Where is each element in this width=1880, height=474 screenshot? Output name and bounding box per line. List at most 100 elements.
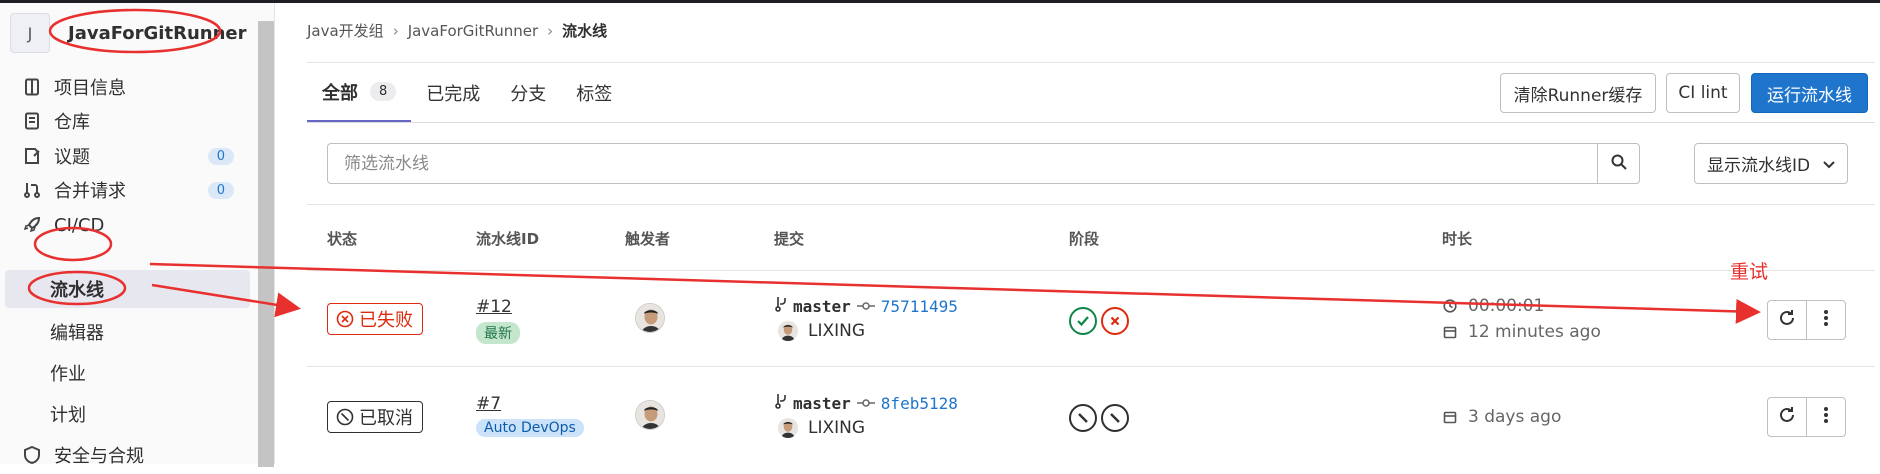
repository-icon: [18, 112, 46, 130]
run-pipeline-button[interactable]: 运行流水线: [1751, 73, 1868, 113]
commit-author: LIXING: [775, 321, 865, 341]
commit-ref: master 8feb5128: [775, 393, 958, 413]
latest-badge: 最新: [476, 322, 520, 344]
project-icon: [18, 78, 46, 96]
sidebar-item-label: 仓库: [54, 112, 90, 133]
branch-icon: [775, 296, 787, 316]
sidebar-scrollbar[interactable]: [258, 21, 274, 467]
issues-count-badge: 0: [207, 147, 234, 165]
stage-success-icon[interactable]: [1069, 307, 1097, 335]
breadcrumb-project[interactable]: JavaForGitRunner: [408, 22, 538, 40]
divider: [307, 270, 1875, 271]
pipeline-id-link[interactable]: #7: [476, 394, 501, 414]
branch-name[interactable]: master: [793, 297, 851, 316]
sidebar-item-label: 作业: [50, 364, 86, 385]
issues-icon: [18, 147, 46, 165]
branch-name[interactable]: master: [793, 394, 851, 413]
more-actions-button[interactable]: [1806, 300, 1846, 340]
project-header[interactable]: J JavaForGitRunner: [10, 13, 246, 53]
chevron-right-icon: ›: [547, 21, 554, 40]
sidebar-item-schedules[interactable]: 计划: [0, 395, 250, 433]
stage-canceled-icon[interactable]: [1069, 404, 1097, 432]
clock-icon: [1442, 299, 1458, 313]
avatar[interactable]: [635, 303, 665, 333]
retry-button[interactable]: [1767, 300, 1807, 340]
breadcrumb-group[interactable]: Java开发组: [307, 20, 384, 41]
calendar-icon: [1442, 410, 1458, 424]
sidebar-item-pipelines[interactable]: 流水线: [5, 270, 250, 308]
sidebar-item-editor[interactable]: 编辑器: [0, 313, 250, 351]
sidebar-item-issues[interactable]: 议题 0: [0, 137, 250, 175]
sidebar-item-jobs[interactable]: 作业: [0, 354, 250, 392]
pipeline-id-link[interactable]: #12: [476, 297, 512, 317]
rocket-icon: [18, 216, 46, 234]
pipeline-stages: [1069, 404, 1133, 432]
sidebar-item-label: 计划: [50, 405, 86, 426]
commit-sha[interactable]: 8feb5128: [881, 394, 958, 413]
commit-icon: [856, 398, 875, 408]
status-badge[interactable]: 已失败: [327, 303, 423, 335]
sidebar-item-security[interactable]: 安全与合规: [0, 436, 250, 474]
breadcrumb: Java开发组 › JavaForGitRunner › 流水线: [307, 20, 607, 41]
search-icon: [1611, 154, 1627, 174]
divider: [307, 204, 1875, 205]
pipeline-stages: [1069, 307, 1133, 335]
sidebar-item-label: 项目信息: [54, 78, 126, 99]
status-badge[interactable]: 已取消: [327, 401, 423, 433]
search-button[interactable]: [1597, 144, 1639, 183]
show-pipeline-id-dropdown[interactable]: 显示流水线ID: [1694, 143, 1848, 184]
ci-lint-button[interactable]: CI lint: [1666, 73, 1740, 113]
retry-button[interactable]: [1767, 397, 1807, 437]
author-name[interactable]: LIXING: [808, 418, 865, 438]
avatar[interactable]: [635, 400, 665, 430]
avatar[interactable]: [778, 418, 798, 438]
commit-sha[interactable]: 75711495: [881, 297, 958, 316]
more-actions-button[interactable]: [1806, 397, 1846, 437]
sidebar-item-cicd[interactable]: CI/CD: [0, 206, 250, 244]
tab-label: 已完成: [426, 84, 481, 105]
sidebar-item-label: 编辑器: [50, 323, 104, 344]
tab-branches[interactable]: 分支: [495, 63, 561, 123]
stage-failed-icon[interactable]: [1101, 307, 1129, 335]
column-header-triggerer: 触发者: [625, 230, 671, 248]
tab-finished[interactable]: 已完成: [411, 63, 495, 123]
calendar-icon: [1442, 325, 1458, 339]
status-canceled-icon: [336, 408, 354, 426]
tab-label: 标签: [576, 84, 613, 105]
finished-at: 12 minutes ago: [1442, 322, 1601, 342]
chevron-right-icon: ›: [392, 21, 399, 40]
retry-icon: [1777, 405, 1797, 429]
divider: [307, 122, 1875, 123]
sidebar-item-label: 安全与合规: [54, 446, 144, 467]
status-label: 已取消: [359, 408, 413, 429]
commit-icon: [856, 301, 875, 311]
author-name[interactable]: LIXING: [808, 321, 865, 341]
retry-icon: [1777, 308, 1797, 332]
top-bar: [0, 0, 1880, 3]
column-header-status: 状态: [327, 230, 358, 248]
column-header-pipeline-id: 流水线ID: [476, 230, 540, 248]
tab-all[interactable]: 全部 8: [307, 63, 412, 123]
filter-input[interactable]: [328, 144, 1597, 183]
merge-requests-count-badge: 0: [207, 181, 234, 199]
sidebar-item-label: 议题: [54, 147, 90, 168]
breadcrumb-current[interactable]: 流水线: [562, 20, 607, 41]
avatar[interactable]: [778, 321, 798, 341]
stage-canceled-icon[interactable]: [1101, 404, 1129, 432]
finished-value: 3 days ago: [1468, 407, 1562, 427]
finished-value: 12 minutes ago: [1468, 322, 1601, 342]
kebab-icon: [1823, 406, 1829, 428]
status-label: 已失败: [359, 310, 413, 331]
clear-runner-cache-button[interactable]: 清除Runner缓存: [1500, 73, 1656, 113]
sidebar-item-merge-requests[interactable]: 合并请求 0: [0, 171, 250, 209]
column-header-stages: 阶段: [1069, 230, 1100, 248]
duration: 00:00:01: [1442, 296, 1544, 316]
sidebar-item-project-info[interactable]: 项目信息: [0, 68, 250, 106]
sidebar-item-repository[interactable]: 仓库: [0, 102, 250, 140]
divider: [307, 366, 1875, 367]
project-name[interactable]: JavaForGitRunner: [68, 23, 246, 44]
tab-tags[interactable]: 标签: [561, 63, 627, 123]
dropdown-label: 显示流水线ID: [1707, 156, 1811, 176]
project-avatar: J: [10, 13, 50, 53]
commit-ref: master 75711495: [775, 296, 958, 316]
